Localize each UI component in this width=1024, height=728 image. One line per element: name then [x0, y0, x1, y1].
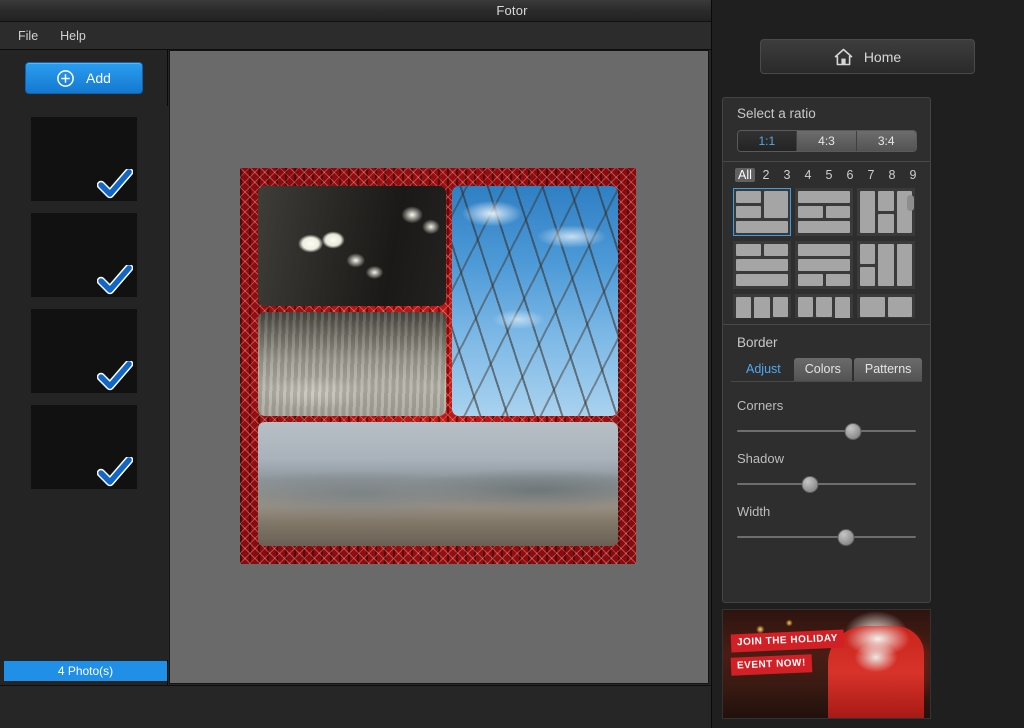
count-filter-8[interactable]: 8	[882, 168, 902, 182]
template-thumb-3[interactable]	[857, 188, 915, 236]
count-filter-9[interactable]: 9	[903, 168, 923, 182]
template-grid[interactable]	[733, 188, 919, 318]
ratio-button-1-1[interactable]: 1:1	[737, 131, 798, 151]
collage-image-statues	[258, 312, 446, 416]
count-filter-2[interactable]: 2	[756, 168, 776, 182]
collage-frame[interactable]	[240, 168, 636, 564]
collage-cell-right-tall[interactable]	[452, 186, 618, 416]
list-item[interactable]	[31, 405, 137, 489]
photo-count-badge: 4 Photo(s)	[4, 661, 167, 681]
slider-corners[interactable]	[737, 422, 916, 440]
promo-banner-line2: EVENT NOW!	[730, 654, 813, 676]
ratio-button-3-4[interactable]: 3:4	[856, 131, 916, 151]
slider-knob-shadow[interactable]	[801, 476, 819, 493]
count-filter-4[interactable]: 4	[798, 168, 818, 182]
template-thumb-2[interactable]	[795, 188, 853, 236]
select-ratio-title: Select a ratio	[737, 106, 816, 121]
template-thumb-7[interactable]	[733, 294, 791, 318]
slider-track	[737, 483, 916, 485]
template-thumb-5[interactable]	[795, 241, 853, 289]
selected-check-icon	[97, 457, 133, 487]
plus-circle-icon	[57, 69, 74, 87]
add-photo-button[interactable]: Add	[25, 62, 143, 94]
slider-width[interactable]	[737, 528, 916, 546]
border-adjust-sliders: Corners Shadow Width	[723, 382, 930, 546]
selected-check-icon	[97, 169, 133, 199]
collage-image-mountains	[258, 422, 618, 546]
promo-banner[interactable]: JOIN THE HOLIDAY EVENT NOW!	[722, 609, 931, 719]
add-button-wrap: Add	[0, 50, 167, 104]
fotor-app-window: Fotor File Help Add 4 Photo(s) Home Sele…	[0, 0, 1024, 728]
template-thumb-8[interactable]	[795, 294, 853, 318]
home-icon	[834, 48, 853, 65]
count-filter-7[interactable]: 7	[861, 168, 881, 182]
menu-help[interactable]: Help	[60, 29, 86, 43]
count-filter-3[interactable]: 3	[777, 168, 797, 182]
slider-track	[737, 430, 916, 432]
template-thumb-4[interactable]	[733, 241, 791, 289]
border-section-title: Border	[737, 335, 778, 350]
collage-cell-middle-left[interactable]	[258, 312, 446, 416]
home-button-label: Home	[863, 48, 902, 65]
count-filter-5[interactable]: 5	[819, 168, 839, 182]
slider-track	[737, 536, 916, 538]
border-tabs: Adjust Colors Patterns	[735, 358, 930, 381]
slider-label-width: Width	[737, 504, 771, 519]
menu-file[interactable]: File	[18, 29, 38, 43]
list-item[interactable]	[31, 117, 137, 201]
add-button-label: Add	[86, 70, 111, 86]
ratio-button-group: 1:1 4:3 3:4	[736, 130, 917, 152]
tab-patterns[interactable]: Patterns	[853, 358, 923, 381]
collage-canvas[interactable]	[169, 50, 709, 684]
slider-label-shadow: Shadow	[737, 451, 784, 466]
right-panel: Home Select a ratio 1:1 4:3 3:4 All 2 3 …	[711, 0, 1024, 728]
tab-adjust[interactable]: Adjust	[735, 358, 792, 381]
list-item[interactable]	[31, 213, 137, 297]
template-thumb-9[interactable]	[857, 294, 915, 318]
template-thumb-6[interactable]	[857, 241, 915, 289]
template-scrollbar-thumb[interactable]	[907, 195, 914, 211]
count-filter-6[interactable]: 6	[840, 168, 860, 182]
selected-check-icon	[97, 265, 133, 295]
tab-colors[interactable]: Colors	[793, 358, 852, 381]
collage-image-sky-tree	[452, 186, 618, 416]
slider-label-corners: Corners	[737, 398, 784, 413]
selected-check-icon	[97, 361, 133, 391]
count-filter-all[interactable]: All	[735, 168, 755, 182]
menu-bar: File Help	[0, 22, 711, 50]
collage-cell-bottom-wide[interactable]	[258, 422, 618, 546]
slider-knob-corners[interactable]	[844, 423, 862, 440]
slider-knob-width[interactable]	[837, 529, 855, 546]
ratio-button-4-3[interactable]: 4:3	[797, 131, 857, 151]
collage-cell-top-left[interactable]	[258, 186, 446, 306]
list-item[interactable]	[31, 309, 137, 393]
template-thumb-1[interactable]	[733, 188, 791, 236]
photo-count-filter: All 2 3 4 5 6 7 8 9	[723, 162, 930, 186]
collage-image-blossom-dark	[258, 186, 446, 306]
photo-sidebar: Add 4 Photo(s)	[0, 50, 168, 715]
slider-shadow[interactable]	[737, 475, 916, 493]
templates-panel: Select a ratio 1:1 4:3 3:4 All 2 3 4 5 6…	[722, 97, 931, 603]
photo-thumbnail-list[interactable]	[0, 106, 168, 660]
home-button[interactable]: Home	[760, 39, 975, 74]
bottom-strip	[0, 685, 711, 728]
